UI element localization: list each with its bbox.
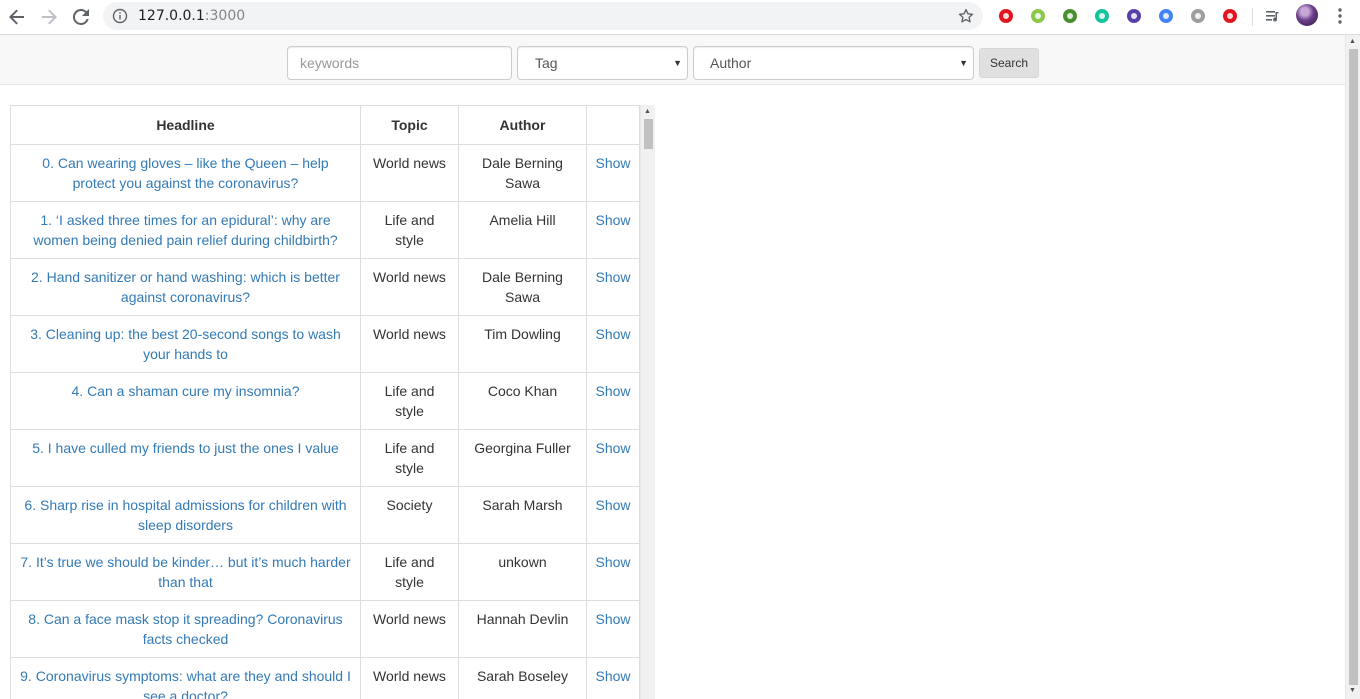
show-link[interactable]: Show — [586, 144, 640, 202]
chevron-down-icon: ▼ — [959, 58, 968, 68]
headline-link[interactable]: 1. ‘I asked three times for an epidural’… — [10, 201, 361, 259]
column-header-headline: Headline — [10, 105, 361, 145]
translate-icon[interactable] — [1157, 7, 1175, 25]
show-link[interactable]: Show — [586, 315, 640, 373]
scroll-up-icon[interactable]: ▲ — [644, 108, 651, 115]
author-cell: unkown — [458, 543, 587, 601]
topic-cell: Life and style — [360, 543, 459, 601]
table-header-row: Headline Topic Author — [10, 105, 640, 145]
table-row: 9. Coronavirus symptoms: what are they a… — [10, 657, 640, 699]
show-link[interactable]: Show — [586, 372, 640, 430]
more-menu-icon[interactable] — [1332, 6, 1348, 26]
url-text: 127.0.0.1:3000 — [138, 8, 245, 24]
headline-link[interactable]: 2. Hand sanitizer or hand washing: which… — [10, 258, 361, 316]
info-icon[interactable] — [112, 8, 128, 24]
table-row: 3. Cleaning up: the best 20-second songs… — [10, 315, 640, 373]
author-cell: Sarah Marsh — [458, 486, 587, 544]
author-select[interactable]: Author ▼ — [693, 46, 974, 80]
address-bar[interactable]: 127.0.0.1:3000 — [103, 2, 983, 30]
topic-cell: Life and style — [360, 372, 459, 430]
table-row: 2. Hand sanitizer or hand washing: which… — [10, 258, 640, 316]
topic-cell: World news — [360, 144, 459, 202]
grammarly-icon[interactable] — [1093, 7, 1111, 25]
topic-cell: Society — [360, 486, 459, 544]
headline-link[interactable]: 0. Can wearing gloves – like the Queen –… — [10, 144, 361, 202]
profile-avatar[interactable] — [1296, 4, 1318, 26]
show-link[interactable]: Show — [586, 543, 640, 601]
author-cell: Tim Dowling — [458, 315, 587, 373]
adblock-icon[interactable] — [997, 7, 1015, 25]
show-link[interactable]: Show — [586, 201, 640, 259]
headline-link[interactable]: 5. I have culled my friends to just the … — [10, 429, 361, 487]
headline-link[interactable]: 4. Can a shaman cure my insomnia? — [10, 372, 361, 430]
table-scrollbar-thumb[interactable] — [644, 119, 653, 149]
show-link[interactable]: Show — [586, 657, 640, 699]
column-header-author: Author — [458, 105, 587, 145]
author-cell: Dale Berning Sawa — [458, 258, 587, 316]
author-cell: Sarah Boseley — [458, 657, 587, 699]
keywords-input[interactable] — [287, 46, 512, 80]
column-header-topic: Topic — [360, 105, 459, 145]
page-scrollbar-thumb[interactable] — [1349, 49, 1358, 685]
back-icon[interactable] — [5, 5, 29, 29]
author-select-value: Author — [710, 55, 752, 71]
topic-cell: Life and style — [360, 429, 459, 487]
stop-hand-icon[interactable] — [1221, 7, 1239, 25]
show-link[interactable]: Show — [586, 600, 640, 658]
forward-icon[interactable] — [37, 5, 61, 29]
url-host: 127.0.0.1 — [138, 8, 205, 24]
nodejs-icon[interactable] — [1029, 7, 1047, 25]
topic-cell: World news — [360, 315, 459, 373]
tag-select[interactable]: Tag ▼ — [517, 46, 688, 80]
show-link[interactable]: Show — [586, 258, 640, 316]
scroll-up-icon[interactable]: ▲ — [1349, 38, 1356, 45]
topic-cell: World news — [360, 258, 459, 316]
reading-list-icon[interactable] — [1264, 7, 1282, 25]
toolbar-divider — [1252, 8, 1253, 26]
tag-select-value: Tag — [535, 55, 558, 71]
page-viewport: Tag ▼ Author ▼ Search Headline Topic Aut… — [0, 35, 1345, 699]
topic-cell: Life and style — [360, 201, 459, 259]
table-row: 6. Sharp rise in hospital admissions for… — [10, 486, 640, 544]
chevron-down-icon: ▼ — [673, 58, 682, 68]
topic-cell: World news — [360, 600, 459, 658]
headline-link[interactable]: 6. Sharp rise in hospital admissions for… — [10, 486, 361, 544]
search-bar: Tag ▼ Author ▼ Search — [0, 35, 1345, 85]
articles-table-container[interactable]: Headline Topic Author 0. Can wearing glo… — [10, 105, 655, 699]
column-header-action — [586, 105, 640, 145]
author-cell: Amelia Hill — [458, 201, 587, 259]
page-scrollbar[interactable]: ▲ ▼ — [1345, 35, 1360, 699]
author-cell: Dale Berning Sawa — [458, 144, 587, 202]
clipboard-icon[interactable] — [1189, 7, 1207, 25]
headline-link[interactable]: 3. Cleaning up: the best 20-second songs… — [10, 315, 361, 373]
author-cell: Georgina Fuller — [458, 429, 587, 487]
blocker-icon[interactable] — [1125, 7, 1143, 25]
table-scrollbar[interactable]: ▲ — [640, 105, 655, 699]
scroll-down-icon[interactable]: ▼ — [1349, 687, 1356, 694]
table-row: 7. It’s true we should be kinder… but it… — [10, 543, 640, 601]
table-row: 0. Can wearing gloves – like the Queen –… — [10, 144, 640, 202]
headline-link[interactable]: 8. Can a face mask stop it spreading? Co… — [10, 600, 361, 658]
table-row: 8. Can a face mask stop it spreading? Co… — [10, 600, 640, 658]
show-link[interactable]: Show — [586, 486, 640, 544]
url-port: :3000 — [204, 8, 246, 24]
author-cell: Coco Khan — [458, 372, 587, 430]
topic-cell: World news — [360, 657, 459, 699]
browser-toolbar: 127.0.0.1:3000 — [0, 0, 1360, 35]
search-button[interactable]: Search — [979, 48, 1039, 78]
turtle-icon[interactable] — [1061, 7, 1079, 25]
headline-link[interactable]: 7. It’s true we should be kinder… but it… — [10, 543, 361, 601]
bookmark-star-icon[interactable] — [957, 7, 975, 25]
show-link[interactable]: Show — [586, 429, 640, 487]
reload-icon[interactable] — [69, 5, 93, 29]
headline-link[interactable]: 9. Coronavirus symptoms: what are they a… — [10, 657, 361, 699]
table-row: 4. Can a shaman cure my insomnia? Life an… — [10, 372, 640, 430]
table-row: 1. ‘I asked three times for an epidural’… — [10, 201, 640, 259]
author-cell: Hannah Devlin — [458, 600, 587, 658]
articles-table: Headline Topic Author 0. Can wearing glo… — [10, 105, 640, 699]
table-row: 5. I have culled my friends to just the … — [10, 429, 640, 487]
